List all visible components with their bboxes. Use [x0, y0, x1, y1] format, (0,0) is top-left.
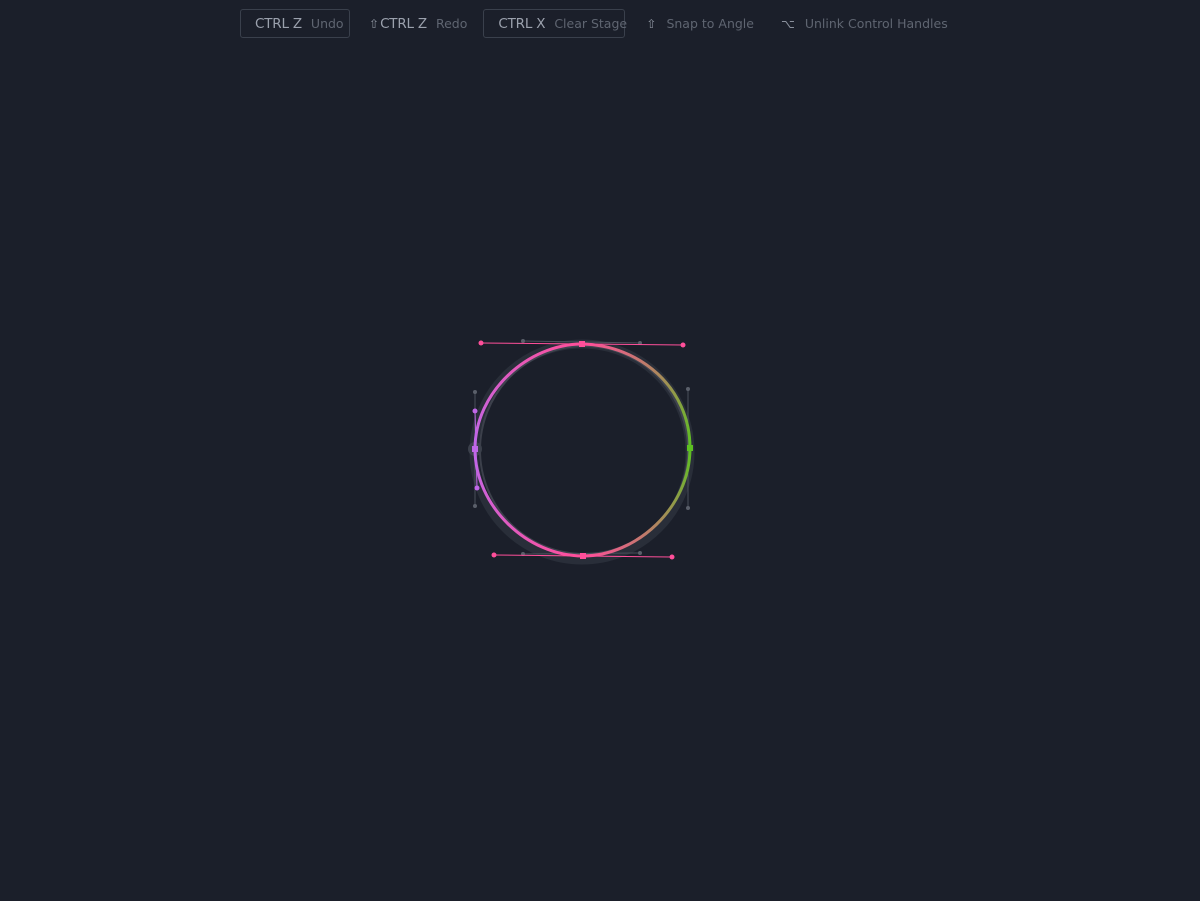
anchor-right — [687, 445, 693, 451]
anchor-left — [472, 446, 478, 452]
anchor-bottom — [580, 553, 586, 559]
anchor-top — [579, 341, 585, 347]
handle-top-left — [478, 340, 484, 346]
drawing-stage[interactable] — [0, 0, 1200, 901]
handle-left-bottom — [474, 485, 480, 491]
bezier-path[interactable] — [473, 342, 692, 558]
handle-top-right — [680, 342, 686, 348]
handle-bottom-right — [669, 554, 675, 560]
handle-bottom-left — [491, 552, 497, 558]
handle-left-top — [472, 408, 478, 414]
